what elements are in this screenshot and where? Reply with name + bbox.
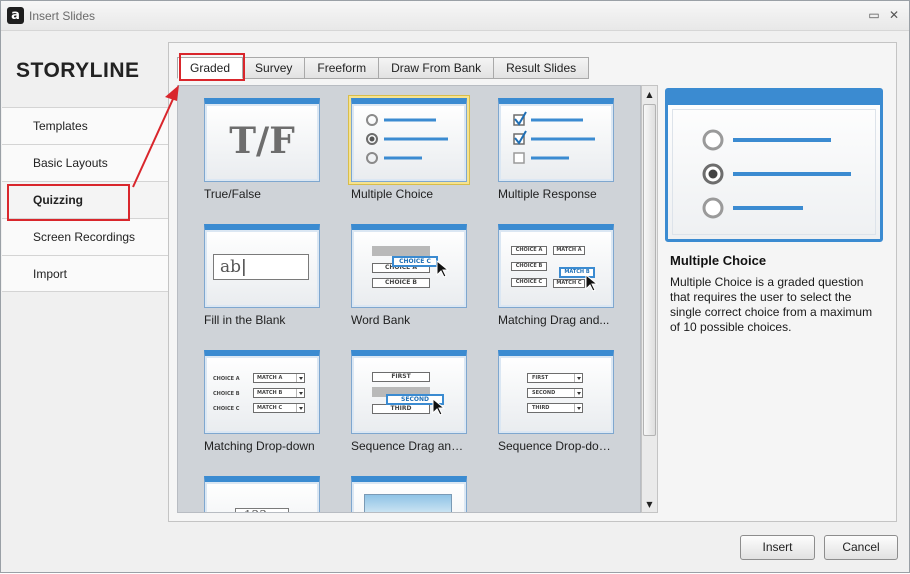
description-title: Multiple Choice bbox=[670, 253, 767, 268]
sidebar-item-quizzing[interactable]: Quizzing bbox=[2, 181, 168, 218]
brand-title: STORYLINE bbox=[16, 59, 140, 82]
window-title: Insert Slides bbox=[29, 9, 96, 23]
fill-blank-field: ab| bbox=[213, 254, 309, 280]
selection-highlight bbox=[348, 95, 470, 185]
sequence-chip: FIRST bbox=[372, 372, 430, 382]
match-choice-chip: CHOICE B bbox=[511, 262, 547, 271]
multiple-choice-preview-graphic bbox=[702, 129, 851, 219]
card-label: Sequence Drop-down bbox=[498, 439, 614, 453]
sequence-drag-icon: FIRST THIRD SECOND bbox=[351, 350, 467, 434]
multiple-response-icon bbox=[498, 98, 614, 182]
fill-blank-glyph: ab bbox=[220, 257, 242, 277]
numeric-icon: 123 bbox=[204, 476, 320, 512]
dropdown-arrows-icon bbox=[296, 373, 303, 413]
card-hotspot[interactable] bbox=[351, 476, 467, 512]
hotspot-icon bbox=[351, 476, 467, 512]
card-label: Matching Drag and... bbox=[498, 313, 610, 327]
scroll-down-icon[interactable]: ▼ bbox=[643, 498, 656, 511]
card-label: Multiple Choice bbox=[351, 187, 434, 201]
match-dd-choice: CHOICE A bbox=[213, 376, 240, 382]
card-sequence-drag-and-drop[interactable]: FIRST THIRD SECOND Sequence Drag and... bbox=[351, 350, 467, 453]
card-true-false[interactable]: T/F True/False bbox=[204, 98, 320, 201]
tab-graded[interactable]: Graded bbox=[177, 57, 244, 79]
preview-body bbox=[672, 109, 876, 235]
sidebar-item-basic-layouts[interactable]: Basic Layouts bbox=[2, 144, 168, 181]
tab-survey[interactable]: Survey bbox=[243, 57, 306, 79]
description-body: Multiple Choice is a graded question tha… bbox=[670, 275, 873, 334]
card-label: Fill in the Blank bbox=[204, 313, 286, 327]
multiple-choice-icon bbox=[351, 98, 467, 182]
card-multiple-response[interactable]: Multiple Response bbox=[498, 98, 614, 201]
numeric-field: 123 bbox=[235, 508, 289, 512]
tab-bar: Graded Survey Freeform Draw From Bank Re… bbox=[177, 57, 590, 79]
card-label: True/False bbox=[204, 187, 261, 201]
close-icon[interactable]: ✕ bbox=[887, 8, 901, 22]
card-word-bank[interactable]: CHOICE A CHOICE B CHOICE C Word Bank bbox=[351, 224, 467, 327]
sidebar: STORYLINE Templates Basic Layouts Quizzi… bbox=[2, 31, 168, 293]
title-bar[interactable]: a Insert Slides ▭ ✕ bbox=[1, 1, 909, 31]
sidebar-item-screen-recordings[interactable]: Screen Recordings bbox=[2, 218, 168, 255]
scroll-thumb[interactable] bbox=[643, 104, 656, 436]
slide-type-grid: T/F True/False Multiple Choice Multiple … bbox=[177, 85, 641, 513]
word-bank-dragged-chip: CHOICE C bbox=[392, 256, 438, 267]
sidebar-item-import[interactable]: Import bbox=[2, 255, 168, 292]
matching-drag-icon: CHOICE A MATCH A CHOICE B MATCH B CHOICE… bbox=[498, 224, 614, 308]
card-sequence-drop-down[interactable]: FIRST SECOND THIRD Sequence Drop-down bbox=[498, 350, 614, 453]
scroll-up-icon[interactable]: ▲ bbox=[643, 88, 656, 101]
word-bank-icon: CHOICE A CHOICE B CHOICE C bbox=[351, 224, 467, 308]
multiple-response-graphic bbox=[513, 111, 595, 164]
card-label: Multiple Response bbox=[498, 187, 597, 201]
sequence-chip: THIRD bbox=[372, 404, 430, 414]
match-target-chip: MATCH A bbox=[553, 246, 585, 255]
minimize-icon[interactable]: ▭ bbox=[867, 8, 881, 22]
match-dd-choice: CHOICE C bbox=[213, 406, 240, 412]
word-bank-slot bbox=[372, 246, 430, 256]
cursor-icon bbox=[436, 260, 450, 278]
card-multiple-choice[interactable]: Multiple Choice bbox=[348, 95, 470, 201]
fill-blank-icon: ab| bbox=[204, 224, 320, 308]
card-fill-in-the-blank[interactable]: ab| Fill in the Blank bbox=[204, 224, 320, 327]
tab-result-slides[interactable]: Result Slides bbox=[494, 57, 590, 79]
sequence-dropdown-icon: FIRST SECOND THIRD bbox=[498, 350, 614, 434]
word-bank-chip: CHOICE B bbox=[372, 278, 430, 288]
card-numeric[interactable]: 123 bbox=[204, 476, 320, 512]
sidebar-item-templates[interactable]: Templates bbox=[2, 107, 168, 144]
preview-title-bar bbox=[668, 91, 880, 105]
card-matching-drop-down[interactable]: CHOICE A MATCH A CHOICE B MATCH B CHOICE… bbox=[204, 350, 320, 453]
cancel-button[interactable]: Cancel bbox=[824, 535, 898, 560]
insert-slides-dialog: a Insert Slides ▭ ✕ STORYLINE Templates … bbox=[0, 0, 910, 573]
tab-freeform[interactable]: Freeform bbox=[305, 57, 380, 79]
card-label: Word Bank bbox=[351, 313, 411, 327]
dropdown-arrows-icon bbox=[574, 373, 581, 413]
tab-draw-from-bank[interactable]: Draw From Bank bbox=[379, 57, 495, 79]
cursor-icon bbox=[432, 398, 446, 416]
match-dd-choice: CHOICE B bbox=[213, 391, 240, 397]
app-logo-icon: a bbox=[7, 7, 24, 24]
match-choice-chip: CHOICE C bbox=[511, 278, 547, 287]
match-choice-chip: CHOICE A bbox=[511, 246, 547, 255]
card-matching-drag-and-drop[interactable]: CHOICE A MATCH A CHOICE B MATCH B CHOICE… bbox=[498, 224, 614, 327]
matching-dropdown-icon: CHOICE A MATCH A CHOICE B MATCH B CHOICE… bbox=[204, 350, 320, 434]
true-false-glyph: T/F bbox=[229, 120, 295, 162]
match-target-chip: MATCH C bbox=[553, 279, 585, 288]
landscape-image bbox=[364, 494, 452, 512]
slide-preview bbox=[665, 88, 883, 242]
true-false-icon: T/F bbox=[204, 98, 320, 182]
insert-button[interactable]: Insert bbox=[740, 535, 815, 560]
sidebar-nav: Templates Basic Layouts Quizzing Screen … bbox=[2, 107, 168, 292]
grid-scrollbar[interactable]: ▲ ▼ bbox=[641, 85, 658, 513]
multiple-choice-graphic bbox=[366, 114, 448, 164]
card-label: Matching Drop-down bbox=[204, 439, 315, 453]
card-label: Sequence Drag and... bbox=[351, 439, 467, 453]
cursor-icon bbox=[585, 274, 599, 292]
